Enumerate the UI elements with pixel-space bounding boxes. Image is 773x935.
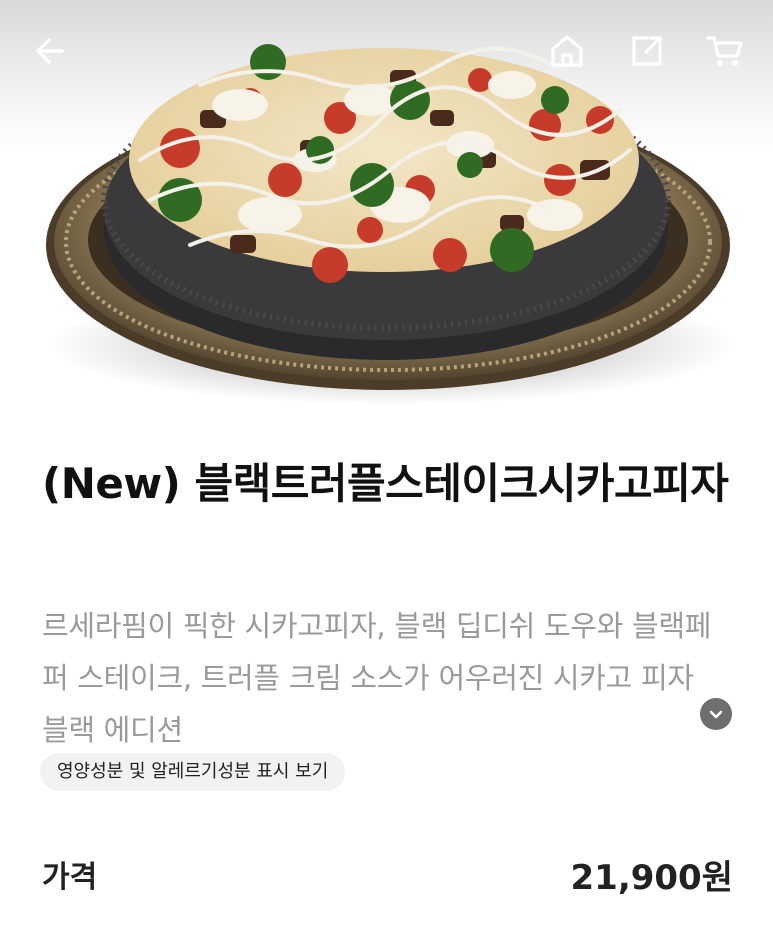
price-label: 가격 bbox=[42, 860, 98, 895]
home-button[interactable] bbox=[544, 28, 590, 74]
chevron-down-icon bbox=[709, 710, 723, 719]
back-button[interactable] bbox=[27, 28, 73, 74]
product-description: 르세라핌이 픽한 시카고피자, 블랙 딥디쉬 도우와 블랙페퍼 스테이크, 트러… bbox=[42, 609, 712, 747]
share-button[interactable] bbox=[624, 28, 670, 74]
product-hero-image bbox=[0, 0, 773, 412]
cart-button[interactable] bbox=[702, 28, 748, 74]
nutrition-allergy-link[interactable]: 영양성분 및 알레르기성분 표시 보기 bbox=[40, 753, 346, 791]
back-arrow-icon bbox=[36, 38, 64, 64]
product-title: (New) 블랙트러플스테이크시카고피자 bbox=[42, 459, 729, 508]
price-value: 21,900원 bbox=[570, 858, 733, 898]
expand-description-button[interactable] bbox=[700, 698, 732, 730]
cart-icon bbox=[706, 36, 743, 66]
home-icon bbox=[551, 35, 583, 67]
share-icon bbox=[632, 36, 662, 66]
